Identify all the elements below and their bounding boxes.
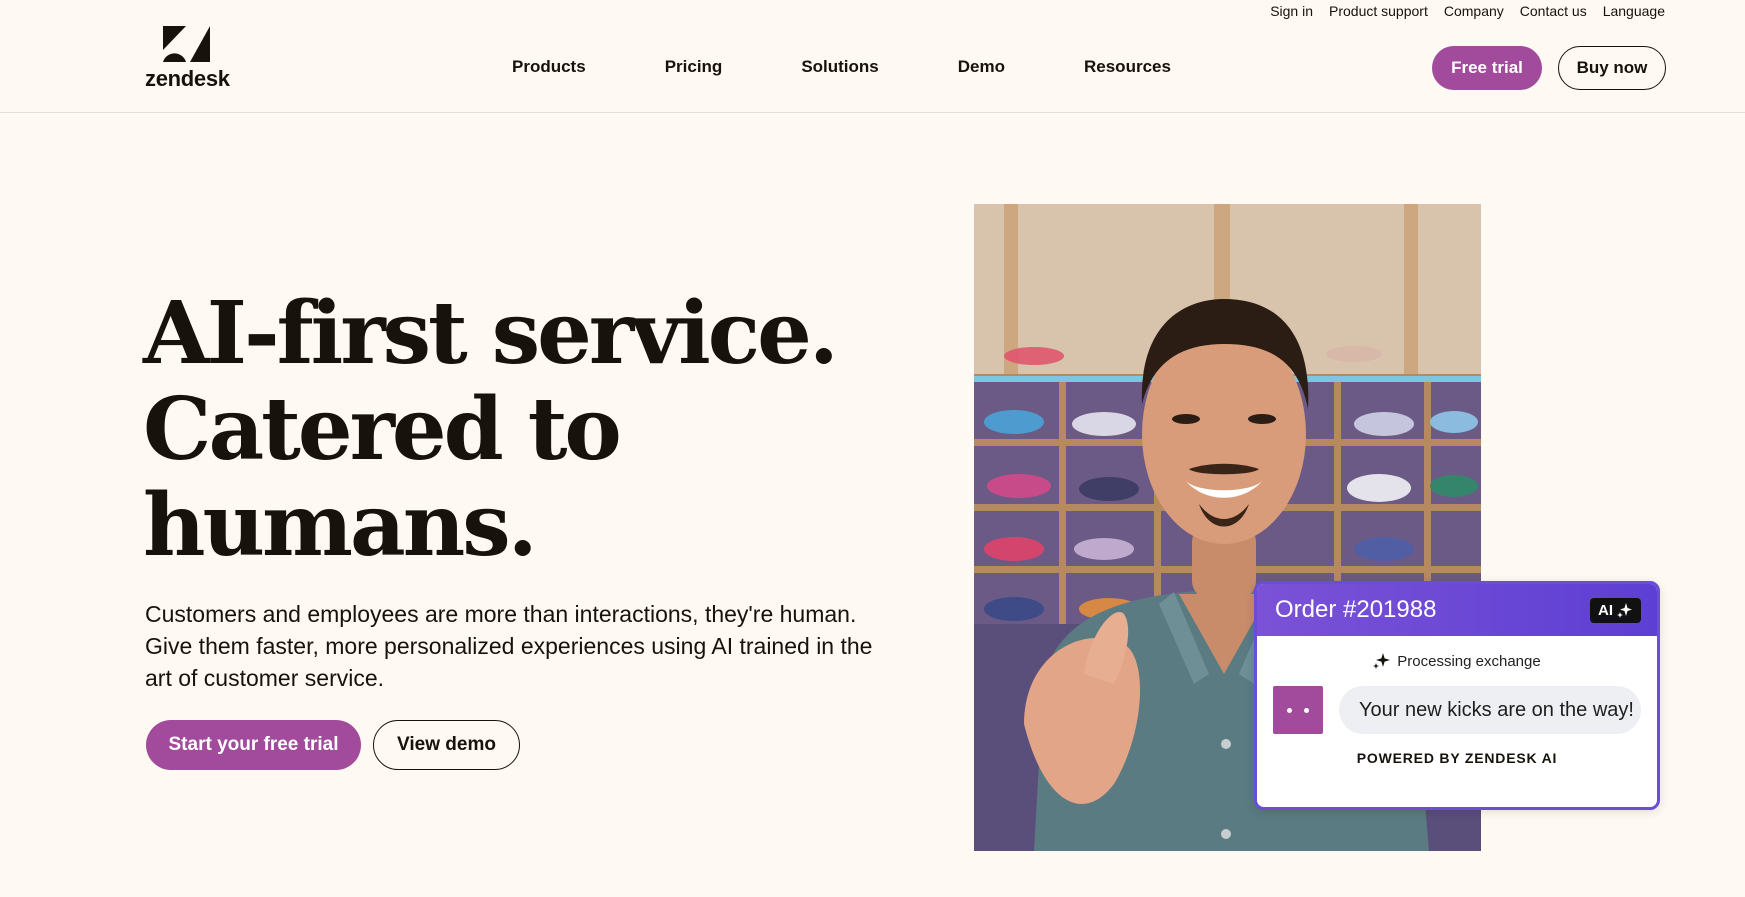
processing-status-text: Processing exchange [1397, 652, 1541, 670]
ai-badge-label: AI [1598, 601, 1613, 619]
nav-demo[interactable]: Demo [958, 57, 1005, 77]
hero-title-line-1: AI-first service. [143, 283, 839, 384]
company-link[interactable]: Company [1444, 3, 1504, 19]
nav-products[interactable]: Products [512, 57, 586, 77]
hero-subtitle: Customers and employees are more than in… [145, 601, 873, 691]
chat-message-row: Your new kicks are on the way! [1257, 686, 1657, 734]
powered-by-label: POWERED BY ZENDESK AI [1356, 750, 1558, 766]
nav-solutions[interactable]: Solutions [801, 57, 878, 77]
sign-in-link[interactable]: Sign in [1270, 3, 1313, 19]
sparkle-icon [1373, 653, 1391, 669]
hero-title-line-2: Catered to [143, 379, 622, 480]
processing-status: Processing exchange [1257, 652, 1657, 670]
ai-order-card: Order #201988 AI Processing exchange You… [1254, 581, 1660, 810]
product-support-link[interactable]: Product support [1329, 3, 1428, 19]
nav-resources[interactable]: Resources [1084, 57, 1171, 77]
site-header: Sign in Product support Company Contact … [0, 0, 1745, 113]
language-link[interactable]: Language [1603, 3, 1665, 19]
contact-us-link[interactable]: Contact us [1520, 3, 1587, 19]
main-nav: Products Pricing Solutions Demo Resource… [512, 57, 1171, 77]
ai-sparkle-icon [1617, 603, 1632, 618]
nav-pricing[interactable]: Pricing [665, 57, 723, 77]
ai-badge: AI [1590, 597, 1641, 623]
utility-nav: Sign in Product support Company Contact … [1270, 3, 1665, 19]
order-title: Order #201988 [1275, 596, 1437, 623]
view-demo-button[interactable]: View demo [373, 720, 520, 770]
logo-wordmark: zendesk [145, 66, 230, 91]
zendesk-logo[interactable]: zendesk [145, 26, 231, 91]
bot-avatar [1273, 686, 1323, 734]
ai-card-header: Order #201988 AI [1257, 584, 1657, 636]
buy-now-button[interactable]: Buy now [1558, 46, 1666, 90]
hero-title-line-3: humans. [143, 475, 538, 576]
hero-title: AI-first service. Catered to humans. [143, 283, 839, 576]
chat-bubble: Your new kicks are on the way! [1339, 686, 1641, 734]
zendesk-logo-icon [163, 26, 210, 62]
free-trial-button[interactable]: Free trial [1432, 46, 1542, 90]
start-free-trial-button[interactable]: Start your free trial [146, 720, 361, 770]
